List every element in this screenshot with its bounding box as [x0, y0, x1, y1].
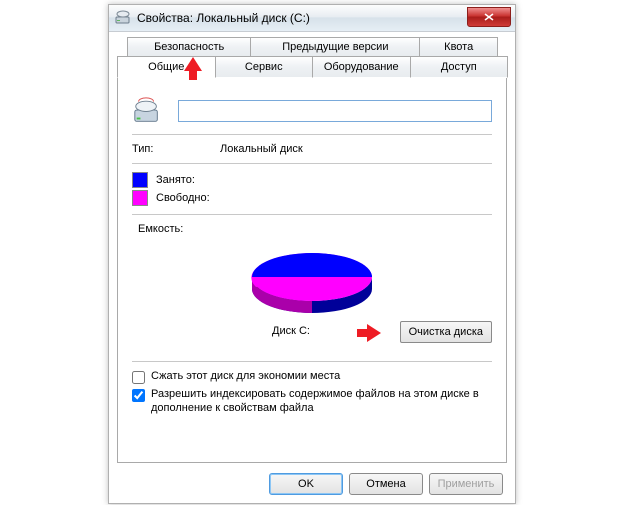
annotation-arrow-up	[184, 57, 202, 71]
cancel-button[interactable]: Отмена	[349, 473, 423, 495]
legend-free-color	[132, 190, 148, 206]
pie-chart	[132, 239, 492, 319]
tab-previous-versions[interactable]: Предыдущие версии	[250, 37, 420, 57]
disk-label: Диск C:	[272, 325, 310, 337]
compress-label: Сжать этот диск для экономии места	[151, 370, 340, 382]
type-value: Локальный диск	[220, 143, 303, 155]
tab-security[interactable]: Безопасность	[127, 37, 251, 57]
tab-hardware[interactable]: Оборудование	[312, 56, 411, 78]
legend-used-color	[132, 172, 148, 188]
close-button[interactable]	[467, 7, 511, 27]
separator	[132, 361, 492, 362]
titlebar: Свойства: Локальный диск (C:)	[109, 5, 515, 32]
apply-button[interactable]: Применить	[429, 473, 503, 495]
separator	[132, 163, 492, 164]
capacity-label: Емкость:	[138, 223, 492, 235]
tab-row-back: Безопасность Предыдущие версии Квота	[117, 37, 507, 57]
separator	[132, 214, 492, 215]
disk-cleanup-button[interactable]: Очистка диска	[400, 321, 492, 343]
compress-checkbox[interactable]	[132, 371, 145, 384]
annotation-arrow-right	[367, 324, 381, 342]
window-title: Свойства: Локальный диск (C:)	[137, 11, 310, 25]
volume-name-input[interactable]	[178, 100, 492, 122]
tab-tools[interactable]: Сервис	[215, 56, 314, 78]
tab-row-front: Общие Сервис Оборудование Доступ	[117, 56, 507, 78]
legend-free-label: Свободно:	[156, 192, 210, 204]
separator	[132, 134, 492, 135]
index-checkbox[interactable]	[132, 389, 145, 402]
index-label: Разрешить индексировать содержимое файло…	[151, 388, 492, 416]
drive-icon	[132, 96, 162, 126]
dialog-buttons: OK Отмена Применить	[269, 473, 503, 495]
legend-used-label: Занято:	[156, 174, 195, 186]
ok-button[interactable]: OK	[269, 473, 343, 495]
tab-sharing[interactable]: Доступ	[410, 56, 509, 78]
type-label: Тип:	[132, 143, 220, 155]
drive-mini-icon	[115, 9, 131, 28]
tab-panel-general: Тип: Локальный диск Занято: Свободно: Ем…	[117, 78, 507, 463]
tab-quota[interactable]: Квота	[419, 37, 498, 57]
